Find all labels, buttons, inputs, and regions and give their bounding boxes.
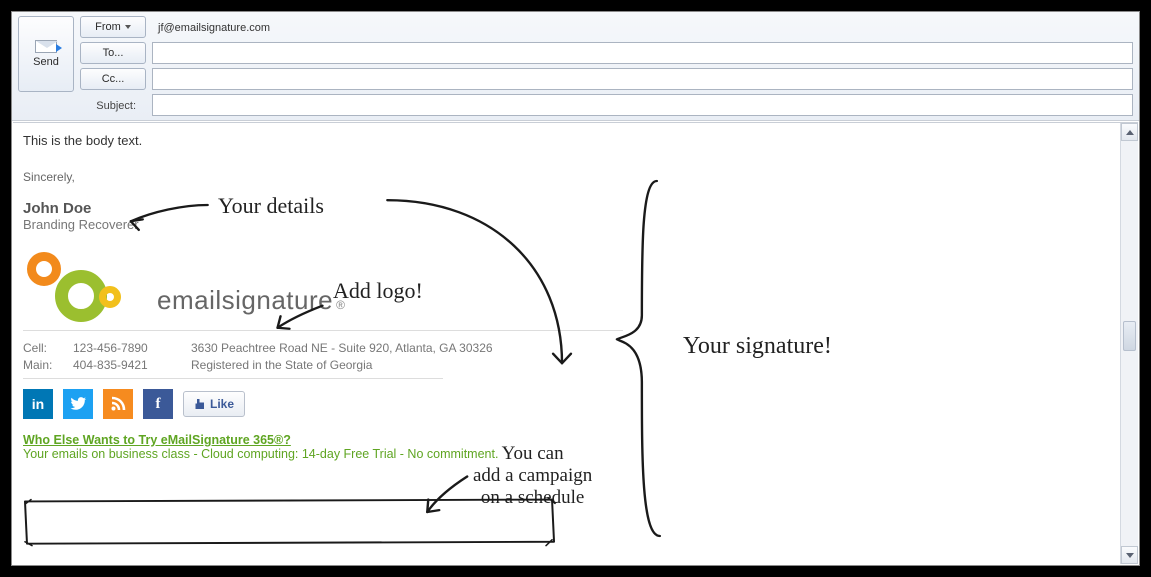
cc-button[interactable]: Cc... [80, 68, 146, 90]
signature-title: Branding Recoverer [23, 217, 1116, 232]
compose-header: Send From jf@emailsignature.com To... Cc… [12, 12, 1139, 121]
to-field[interactable] [152, 42, 1133, 64]
campaign-block: Who Else Wants to Try eMailSignature 365… [23, 433, 1116, 461]
scroll-down-icon[interactable] [1121, 546, 1138, 564]
signoff: Sincerely, [23, 170, 1116, 184]
rss-icon[interactable] [103, 389, 133, 419]
campaign-headline[interactable]: Who Else Wants to Try eMailSignature 365… [23, 433, 1116, 447]
subject-label: Subject: [18, 94, 146, 118]
main-value: 404-835-9421 [73, 358, 183, 372]
thumbs-up-icon [194, 399, 204, 409]
divider [23, 330, 623, 331]
send-label: Send [33, 56, 59, 68]
campaign-sub: Your emails on business class - Cloud co… [23, 447, 1116, 461]
divider [23, 378, 443, 379]
send-button[interactable]: Send [18, 16, 74, 92]
envelope-icon [35, 40, 57, 53]
compose-content: This is the body text. Sincerely, John D… [23, 133, 1116, 560]
twitter-icon[interactable] [63, 389, 93, 419]
linkedin-icon[interactable]: in [23, 389, 53, 419]
scroll-up-icon[interactable] [1121, 123, 1138, 141]
from-button[interactable]: From [80, 16, 146, 38]
cell-label: Cell: [23, 341, 65, 355]
body-text: This is the body text. [23, 133, 1116, 148]
subject-field[interactable] [152, 94, 1133, 116]
to-button[interactable]: To... [80, 42, 146, 64]
vertical-scrollbar[interactable] [1120, 123, 1138, 564]
signature-name: John Doe [23, 200, 1116, 217]
main-label: Main: [23, 358, 65, 372]
from-value: jf@emailsignature.com [152, 16, 1133, 40]
cc-field[interactable] [152, 68, 1133, 90]
signature-logo-row: emailsignature ® [23, 252, 1116, 322]
logo-wordmark: emailsignature ® [157, 285, 345, 322]
registered-value: Registered in the State of Georgia [191, 358, 1116, 372]
outlook-compose-window: Send From jf@emailsignature.com To... Cc… [11, 11, 1140, 566]
logo-mark-icon [23, 252, 143, 322]
address-value: 3630 Peachtree Road NE - Suite 920, Atla… [191, 341, 1116, 355]
message-body-area[interactable]: ⤢ This is the body text. Sincerely, John… [13, 122, 1138, 564]
contact-block: Cell: 123-456-7890 3630 Peachtree Road N… [23, 341, 1116, 372]
facebook-icon[interactable]: f [143, 389, 173, 419]
social-row: in f Like [23, 389, 1116, 419]
cell-value: 123-456-7890 [73, 341, 183, 355]
scroll-thumb[interactable] [1123, 321, 1136, 351]
like-button[interactable]: Like [183, 391, 245, 417]
chevron-down-icon [125, 25, 131, 29]
